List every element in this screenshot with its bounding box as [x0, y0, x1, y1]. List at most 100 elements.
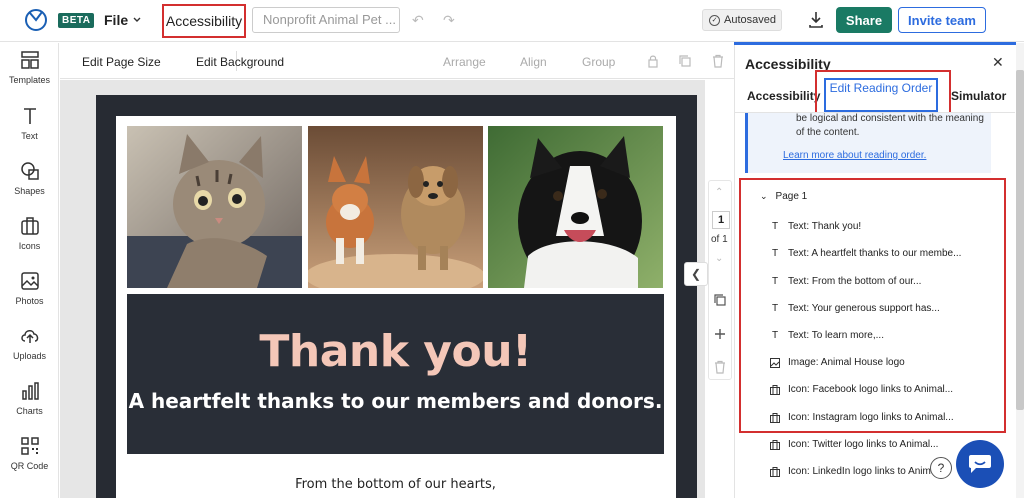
- chevron-left-icon: ❮: [690, 267, 702, 281]
- group-button[interactable]: Group: [582, 55, 615, 69]
- learn-more-link[interactable]: Learn more about reading order.: [783, 150, 926, 161]
- accessibility-button[interactable]: Accessibility: [162, 4, 246, 38]
- sidebar-item-photos[interactable]: Photos: [0, 270, 59, 320]
- reading-order-item[interactable]: T Text: To learn more,...: [770, 330, 884, 341]
- collapse-panel-button[interactable]: ❮: [684, 262, 708, 286]
- reading-order-item[interactable]: T Text: A heartfelt thanks to our membe.…: [770, 248, 962, 259]
- trash-icon[interactable]: [711, 54, 725, 68]
- templates-icon: [20, 51, 39, 69]
- chevron-down-icon[interactable]: ⌄: [715, 253, 723, 264]
- canvas-toolbar: Edit Page Size Edit Background Arrange A…: [60, 43, 734, 79]
- reading-order-label: Text: Thank you!: [788, 221, 862, 232]
- sidebar-item-label: Photos: [15, 296, 44, 306]
- reading-order-label: Text: From the bottom of our...: [788, 276, 922, 287]
- edit-background-button[interactable]: Edit Background: [196, 55, 284, 69]
- undo-icon[interactable]: ↶: [412, 12, 424, 29]
- reading-order-label: Icon: Facebook logo links to Animal...: [788, 384, 954, 395]
- sidebar-item-uploads[interactable]: Uploads: [0, 325, 59, 375]
- chat-button[interactable]: [956, 440, 1004, 488]
- sidebar-item-icons[interactable]: Icons: [0, 215, 59, 265]
- autosaved-label: Autosaved: [724, 14, 776, 26]
- image-type-icon: [770, 357, 780, 368]
- tab-accessibility[interactable]: Accessibility: [747, 89, 820, 103]
- reading-order-item[interactable]: Image: Animal House logo: [770, 357, 905, 368]
- photos-icon: [20, 272, 39, 290]
- page-group-toggle[interactable]: ⌄ Page 1: [760, 191, 807, 202]
- icons-icon: [20, 217, 39, 235]
- reading-order-item[interactable]: T Text: Thank you!: [770, 221, 861, 232]
- tab-edit-reading-order[interactable]: Edit Reading Order: [824, 78, 938, 112]
- align-button[interactable]: Align: [520, 55, 547, 69]
- sidebar-item-label: Templates: [8, 75, 51, 85]
- chevron-up-icon[interactable]: ⌃: [715, 187, 723, 198]
- text-type-icon: T: [771, 276, 779, 287]
- design-title-input[interactable]: Nonprofit Animal Pet ...: [252, 7, 400, 33]
- share-button[interactable]: Share: [836, 7, 892, 33]
- duplicate-icon[interactable]: [678, 54, 692, 68]
- reading-order-item[interactable]: T Text: Your generous support has...: [770, 303, 940, 314]
- download-icon[interactable]: [807, 10, 825, 30]
- text-type-icon: T: [771, 248, 779, 259]
- delete-page-icon[interactable]: [713, 360, 727, 374]
- check-circle-icon: ✓: [709, 14, 720, 26]
- page-navigator: ⌃ 1 of 1 ⌄: [708, 180, 732, 380]
- sidebar-item-label: Shapes: [14, 186, 45, 196]
- reading-order-item[interactable]: Icon: Twitter logo links to Animal...: [770, 439, 938, 450]
- sidebar-item-charts[interactable]: Charts: [0, 380, 59, 430]
- reading-order-label: Text: To learn more,...: [788, 330, 884, 341]
- current-page-input[interactable]: 1: [712, 211, 730, 229]
- reading-order-item[interactable]: Icon: Instagram logo links to Animal...: [770, 412, 954, 423]
- sidebar-item-templates[interactable]: Templates: [0, 49, 59, 99]
- chevron-down-icon: [133, 17, 141, 22]
- info-text: be logical and consistent with the meani…: [796, 113, 984, 138]
- page-group-label: Page 1: [775, 191, 808, 202]
- chevron-down-icon: ⌄: [760, 191, 768, 201]
- reading-order-label: Text: Your generous support has...: [788, 303, 940, 314]
- file-menu[interactable]: File: [104, 12, 142, 28]
- reading-order-label: Icon: Instagram logo links to Animal...: [788, 412, 954, 423]
- sidebar-item-label: Text: [21, 131, 38, 141]
- reading-order-label: Image: Animal House logo: [788, 357, 905, 368]
- edit-page-size-button[interactable]: Edit Page Size: [82, 55, 161, 69]
- border-collie-photo[interactable]: [488, 126, 663, 288]
- reading-order-label: Icon: LinkedIn logo links to Anima...: [788, 466, 945, 477]
- reading-order-item[interactable]: T Text: From the bottom of our...: [770, 276, 921, 287]
- autosaved-status: ✓ Autosaved: [702, 9, 782, 31]
- cat-photo[interactable]: [127, 126, 302, 288]
- text-type-icon: T: [771, 303, 779, 314]
- reading-order-item[interactable]: Icon: LinkedIn logo links to Anima...: [770, 466, 945, 477]
- redo-icon[interactable]: ↷: [443, 12, 455, 29]
- body-text[interactable]: From the bottom of our hearts,: [127, 477, 664, 492]
- add-page-icon[interactable]: [713, 327, 727, 341]
- left-sidebar: Templates Text Shapes Icons Photos Uploa…: [0, 43, 59, 498]
- sidebar-item-shapes[interactable]: Shapes: [0, 160, 59, 210]
- lock-icon[interactable]: [646, 54, 660, 68]
- close-icon[interactable]: ✕: [992, 54, 1004, 71]
- sidebar-item-text[interactable]: Text: [0, 105, 59, 155]
- chat-icon: [969, 455, 991, 473]
- sidebar-item-label: QR Code: [10, 461, 49, 471]
- text-icon: [23, 108, 36, 124]
- duplicate-page-icon[interactable]: [713, 293, 727, 307]
- page-count-label: of 1: [711, 234, 728, 245]
- heartfelt-subheading[interactable]: A heartfelt thanks to our members and do…: [127, 389, 664, 413]
- help-icon[interactable]: ?: [930, 457, 952, 479]
- sidebar-item-label: Charts: [16, 406, 43, 416]
- app-logo-icon[interactable]: [24, 8, 48, 32]
- sidebar-item-label: Uploads: [12, 351, 47, 361]
- sidebar-item-qr-code[interactable]: QR Code: [0, 435, 59, 485]
- arrange-button[interactable]: Arrange: [443, 55, 486, 69]
- uploads-icon: [20, 330, 38, 343]
- invite-team-button[interactable]: Invite team: [898, 7, 986, 33]
- reading-order-item[interactable]: Icon: Facebook logo links to Animal...: [770, 384, 953, 395]
- dogs-running-photo[interactable]: [308, 126, 483, 288]
- icon-type-icon: [770, 466, 780, 477]
- shapes-icon: [20, 162, 39, 180]
- tab-simulator[interactable]: Simulator: [951, 89, 1006, 103]
- panel-accent-bar: [734, 42, 1016, 45]
- icon-type-icon: [770, 384, 780, 395]
- text-type-icon: T: [771, 330, 779, 341]
- scrollbar-thumb[interactable]: [1016, 70, 1024, 410]
- beta-badge: BETA: [58, 13, 95, 28]
- thank-you-heading[interactable]: Thank you!: [127, 326, 664, 377]
